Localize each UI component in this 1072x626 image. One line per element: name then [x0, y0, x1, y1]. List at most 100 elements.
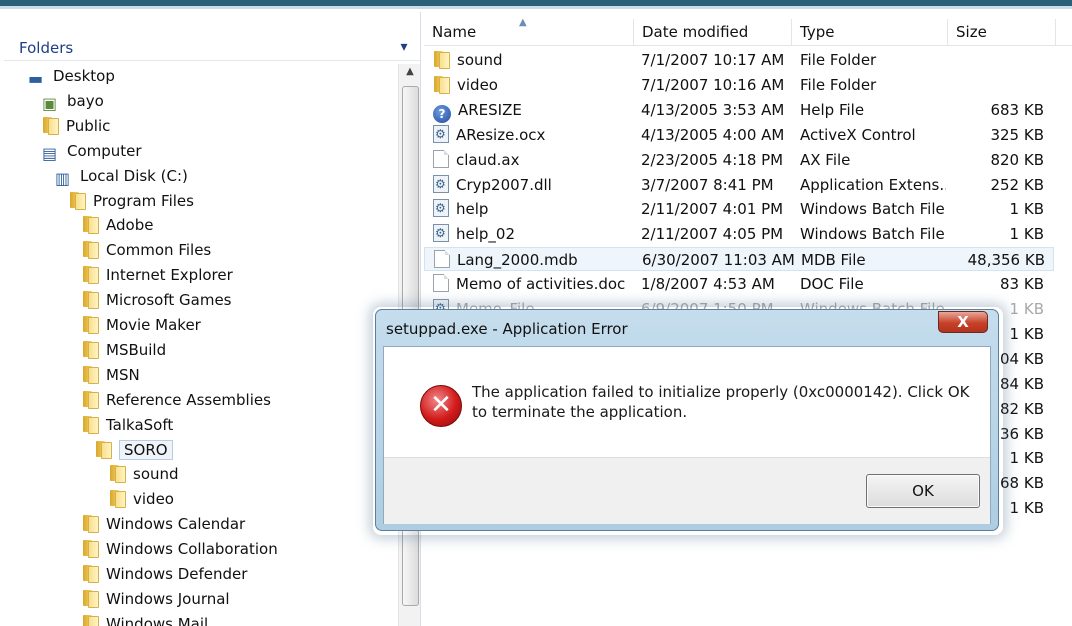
folders-title: Folders — [19, 39, 74, 57]
file-type: Windows Batch File — [800, 225, 945, 244]
sidebar-item-label: Adobe — [106, 216, 154, 235]
dialog-title: setuppad.exe - Application Error — [386, 320, 628, 338]
column-header-date[interactable]: Date modified — [634, 19, 792, 45]
table-row[interactable]: Cryp2007.dll 3/7/2007 8:41 PM Application … — [424, 173, 1054, 197]
sidebar-item-adobe[interactable]: Adobe — [82, 213, 153, 237]
file-size: 1 KB — [1009, 200, 1044, 219]
folder-icon — [433, 50, 450, 69]
scroll-up-arrow-icon[interactable]: ▲ — [399, 66, 420, 84]
file-size: 48,356 KB — [967, 251, 1045, 270]
table-row[interactable]: sound 7/1/2007 10:17 AM File Folder — [424, 48, 1054, 72]
folder-icon — [82, 240, 99, 260]
folder-icon — [82, 365, 99, 384]
user-folder-icon: ▣ — [42, 93, 58, 113]
sidebar-item-label: Movie Maker — [106, 316, 201, 334]
column-header-size[interactable]: Size — [948, 19, 1056, 45]
close-button[interactable]: X — [938, 311, 988, 333]
sidebar-item-video[interactable]: video — [109, 487, 174, 511]
error-message: The application failed to initialize pro… — [472, 383, 970, 421]
column-header-type-label: Type — [800, 23, 835, 41]
sidebar-item-computer[interactable]: ▤ Computer — [42, 139, 142, 163]
sidebar-item-label: video — [133, 490, 174, 509]
sidebar-item-label: bayo — [67, 91, 104, 110]
file-name: help — [456, 200, 489, 219]
sidebar-item-windows-defender[interactable]: Windows Defender — [82, 562, 247, 586]
column-header-bar: ▲ Name Date modified Type Size — [424, 17, 1072, 46]
ok-button[interactable]: OK — [866, 474, 980, 508]
computer-icon: ▤ — [42, 143, 58, 163]
sidebar-item-windows-mail[interactable]: Windows Mail — [82, 612, 208, 626]
sidebar-item-label: Windows Journal — [106, 589, 230, 608]
file-date: 2/23/2005 4:18 PM — [641, 150, 784, 169]
folders-pane: Folders ▾ ▬ Desktop ▣ bayo Public ▤ Computer ▥ L… — [4, 12, 421, 626]
table-row[interactable]: AResize.ocx 4/13/2005 4:00 AM ActiveX Cont… — [424, 123, 1054, 147]
column-header-name[interactable]: ▲ Name — [424, 17, 634, 45]
sidebar-item-sound[interactable]: sound — [109, 462, 179, 486]
file-name: Cryp2007.dll — [456, 175, 552, 194]
sidebar-item-local-disk-c[interactable]: ▥ Local Disk (C:) — [55, 164, 188, 188]
sidebar-item-label: Microsoft Games — [106, 291, 232, 310]
sidebar-item-msbuild[interactable]: MSBuild — [82, 338, 166, 362]
sidebar-item-label: MSN — [106, 365, 140, 384]
file-name-cell: Cryp2007.dll — [433, 173, 638, 197]
table-row[interactable]: Memo of activities.doc 1/8/2007 4:53 AM DO… — [424, 272, 1054, 296]
table-row[interactable]: claud.ax 2/23/2005 4:18 PM AX File 820 KB — [424, 148, 1054, 172]
folders-header[interactable]: Folders ▾ — [4, 36, 420, 61]
folder-icon — [82, 265, 99, 285]
file-name-cell: sound — [433, 48, 638, 72]
sidebar-item-program-files[interactable]: Program Files — [69, 189, 194, 213]
file-date: 6/30/2007 11:03 AM — [642, 251, 794, 270]
application-error-dialog: setuppad.exe - Application Error X ✕ The… — [375, 309, 999, 531]
file-name-cell: video — [433, 73, 638, 97]
sidebar-item-desktop[interactable]: ▬ Desktop — [28, 64, 115, 88]
file-size: 1 KB — [1009, 225, 1044, 244]
file-date: 7/1/2007 10:16 AM — [641, 75, 785, 94]
file-name: help_02 — [456, 225, 516, 244]
file-date: 2/11/2007 4:01 PM — [641, 200, 784, 219]
help-icon: ? — [433, 104, 451, 123]
table-row[interactable]: ? ARESIZE 4/13/2005 3:53 AM Help File 683 KB — [424, 98, 1054, 123]
file-name-cell: claud.ax — [433, 148, 638, 172]
drive-icon: ▥ — [55, 168, 71, 188]
sidebar-item-microsoft-games[interactable]: Microsoft Games — [82, 288, 232, 312]
sidebar-item-msn[interactable]: MSN — [82, 363, 140, 387]
sidebar-item-label: Public — [66, 116, 111, 135]
table-row[interactable]: video 7/1/2007 10:16 AM File Folder — [424, 73, 1054, 97]
sidebar-item-windows-calendar[interactable]: Windows Calendar — [82, 512, 245, 536]
folder-icon — [82, 390, 99, 409]
column-header-size-label: Size — [956, 23, 987, 41]
folder-icon — [95, 440, 112, 459]
file-size: 83 KB — [1000, 275, 1044, 294]
sidebar-item-internet-explorer[interactable]: Internet Explorer — [82, 263, 233, 287]
sidebar-item-common-files[interactable]: Common Files — [82, 238, 211, 262]
file-name-cell: ? ARESIZE — [433, 98, 638, 123]
sidebar-item-label: Windows Mail — [106, 614, 209, 626]
sidebar-item-public[interactable]: Public — [42, 114, 110, 138]
chevron-down-icon[interactable]: ▾ — [394, 36, 414, 56]
file-date: 3/7/2007 8:41 PM — [641, 175, 774, 194]
folder-icon — [82, 614, 99, 626]
file-date: 2/11/2007 4:05 PM — [641, 225, 784, 244]
folder-icon — [82, 539, 99, 559]
table-row[interactable]: help_02 2/11/2007 4:05 PM Windows Batch Fi… — [424, 222, 1054, 246]
file-name-cell: Memo of activities.doc — [433, 272, 638, 296]
sidebar-item-bayo[interactable]: ▣ bayo — [42, 89, 104, 113]
column-header-type[interactable]: Type — [792, 19, 948, 45]
sidebar-item-soro[interactable]: SORO — [95, 438, 173, 462]
sidebar-item-windows-collaboration[interactable]: Windows Collaboration — [82, 537, 278, 561]
file-name-cell: help_02 — [433, 222, 638, 246]
sidebar-item-talkasoft[interactable]: TalkaSoft — [82, 413, 173, 437]
file-name-cell: AResize.ocx — [433, 123, 638, 147]
file-date: 1/8/2007 4:53 AM — [641, 275, 775, 294]
table-row[interactable]: help 2/11/2007 4:01 PM Windows Batch File 1… — [424, 197, 1054, 221]
document-icon — [433, 274, 449, 293]
dialog-body: ✕ The application failed to initialize p… — [383, 346, 991, 524]
table-row[interactable]: Lang_2000.mdb 6/30/2007 11:03 AM MDB File 4… — [424, 247, 1054, 272]
sidebar-item-windows-journal[interactable]: Windows Journal — [82, 587, 230, 611]
sidebar-item-label: Computer — [67, 141, 142, 160]
file-size: 252 KB — [990, 175, 1044, 194]
sidebar-item-movie-maker[interactable]: Movie Maker — [82, 313, 201, 337]
sidebar-item-reference-assemblies[interactable]: Reference Assemblies — [82, 388, 271, 412]
gear-icon — [433, 222, 449, 245]
file-date: 4/13/2005 4:00 AM — [641, 125, 785, 144]
